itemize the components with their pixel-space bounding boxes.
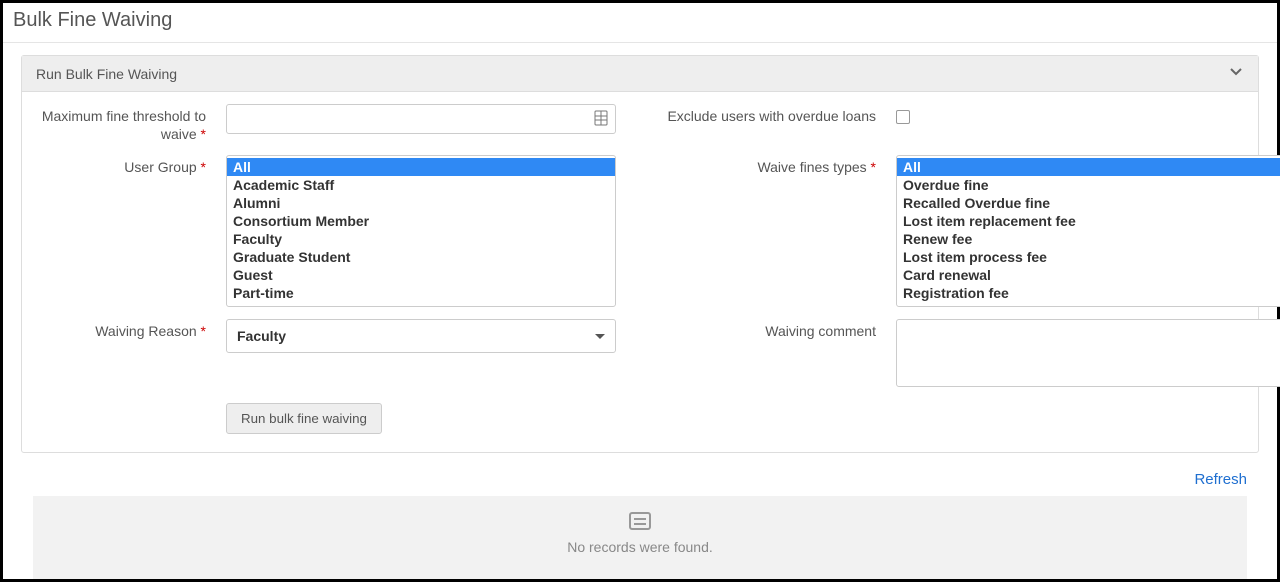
waiving-reason-select[interactable]: Faculty [226,319,616,353]
user-group-option[interactable]: Part-time [227,284,615,302]
user-group-listbox[interactable]: AllAcademic StaffAlumniConsortium Member… [226,155,616,307]
panel-body: Maximum fine threshold to waive * Exclud… [22,92,1258,452]
waive-type-option[interactable]: Recalled Overdue fine [897,194,1280,212]
label-waive-types: Waive fines types * [646,155,876,177]
caret-down-icon [595,334,605,339]
refresh-link[interactable]: Refresh [1194,471,1247,488]
empty-state-text: No records were found. [33,539,1247,555]
exclude-overdue-checkbox[interactable] [896,110,910,124]
refresh-row: Refresh [3,453,1277,496]
page-title: Bulk Fine Waiving [3,3,1277,42]
user-group-option[interactable]: Guest [227,266,615,284]
waive-type-option[interactable]: Lost item replacement fee [897,212,1280,230]
run-bulk-fine-waiving-button[interactable]: Run bulk fine waiving [226,403,382,434]
no-records-icon [629,512,651,530]
label-max-fine: Maximum fine threshold to waive * [36,104,206,143]
spreadsheet-icon [594,110,608,129]
label-user-group: User Group * [36,155,206,177]
waive-type-option[interactable]: Renew fee [897,230,1280,248]
user-group-option[interactable]: Graduate Student [227,248,615,266]
waive-types-listbox[interactable]: AllOverdue fineRecalled Overdue fineLost… [896,155,1280,307]
label-waiving-reason: Waiving Reason * [36,319,206,341]
chevron-down-icon[interactable] [1228,64,1244,83]
waiving-reason-value: Faculty [237,328,286,344]
waive-type-option[interactable]: Card renewal [897,266,1280,284]
user-group-option[interactable]: All [227,158,615,176]
panel-header[interactable]: Run Bulk Fine Waiving [22,56,1258,92]
waive-type-option[interactable]: Overdue fine [897,176,1280,194]
user-group-option[interactable]: Faculty [227,230,615,248]
divider [3,42,1277,43]
max-fine-input[interactable] [226,104,616,134]
waiving-comment-textarea[interactable] [896,319,1280,387]
label-waiving-comment: Waiving comment [646,319,876,341]
panel-title: Run Bulk Fine Waiving [36,66,177,82]
empty-state: No records were found. [33,496,1247,579]
user-group-option[interactable]: Academic Staff [227,176,615,194]
waive-type-option[interactable]: All [897,158,1280,176]
user-group-option[interactable]: Alumni [227,194,615,212]
waive-type-option[interactable]: Registration fee [897,284,1280,302]
waive-type-option[interactable]: Lost item process fee [897,248,1280,266]
user-group-option[interactable]: Consortium Member [227,212,615,230]
panel-run-bulk-fine-waiving: Run Bulk Fine Waiving Maximum fine thres… [21,55,1259,453]
label-exclude-overdue: Exclude users with overdue loans [646,104,876,126]
